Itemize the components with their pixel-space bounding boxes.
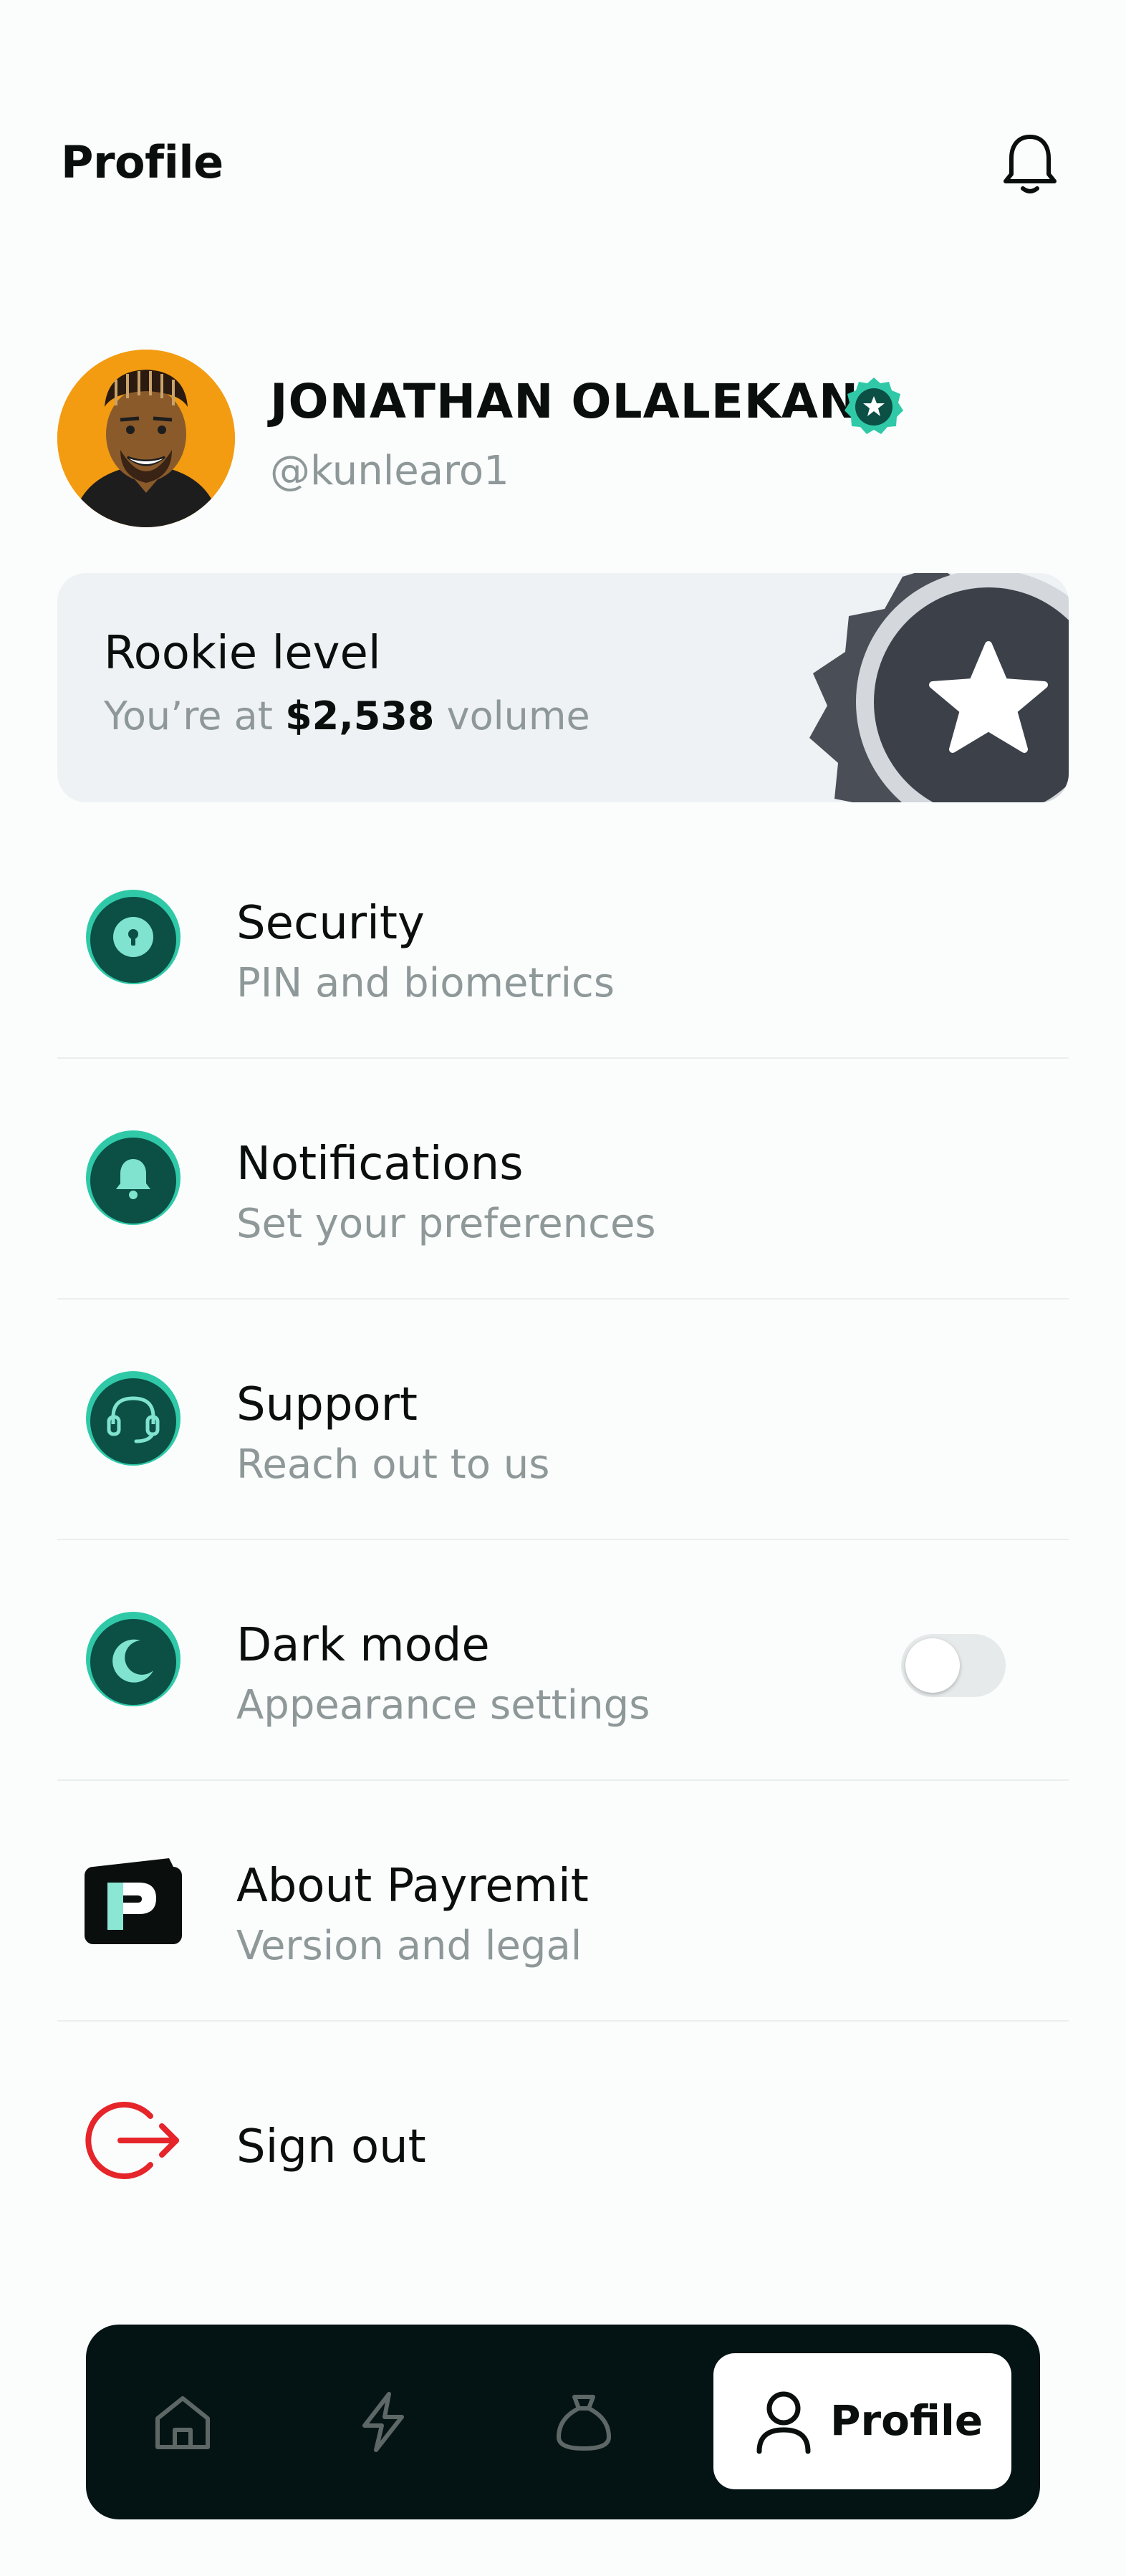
menu-item-notifications[interactable]: Notifications Set your preferences: [57, 1057, 1069, 1299]
toggle-knob: [905, 1638, 960, 1693]
user-icon: [756, 2391, 811, 2454]
nav-money-bag[interactable]: [548, 2386, 620, 2458]
menu-label-sign-out: Sign out: [236, 2120, 426, 2173]
level-card[interactable]: Rookie level You’re at $2,538 volume: [57, 573, 1069, 802]
bell-icon: [86, 1130, 181, 1225]
menu-item-security[interactable]: Security PIN and biometrics: [57, 817, 1069, 1059]
menu-label-dark-mode: Dark mode: [236, 1619, 490, 1672]
menu-sub-notifications: Set your preferences: [236, 1201, 656, 1247]
bottom-nav: Profile: [86, 2325, 1040, 2519]
level-volume-amount: $2,538: [285, 693, 435, 739]
level-volume-suffix: volume: [434, 693, 590, 739]
payremit-logo-icon: [85, 1858, 182, 1944]
sign-out-icon: [85, 2102, 179, 2179]
user-handle: @kunlearo1: [270, 448, 509, 494]
lightning-icon: [362, 2392, 404, 2452]
menu-sub-security: PIN and biometrics: [236, 960, 615, 1006]
moon-icon: [86, 1612, 181, 1706]
menu-sub-about: Version and legal: [236, 1923, 582, 1969]
menu-item-support[interactable]: Support Reach out to us: [57, 1298, 1069, 1540]
level-volume-prefix: You’re at: [104, 693, 286, 739]
notifications-button[interactable]: [994, 128, 1066, 199]
avatar[interactable]: [57, 350, 235, 527]
nav-lightning[interactable]: [347, 2386, 419, 2458]
menu-item-about[interactable]: About Payremit Version and legal: [57, 1779, 1069, 2022]
menu-item-dark-mode: Dark mode Appearance settings: [57, 1539, 1069, 1781]
star-medal-icon: [809, 573, 1069, 802]
avatar-image: [57, 350, 235, 527]
verified-badge-icon: [844, 378, 903, 434]
profile-screen: Profile JONATHAN OLALEKAN @kunlearo1 Roo…: [0, 0, 1126, 2576]
home-icon: [155, 2396, 210, 2449]
dark-mode-toggle[interactable]: [901, 1634, 1006, 1697]
nav-home[interactable]: [147, 2386, 218, 2458]
lock-icon: [86, 890, 181, 984]
nav-profile-label: Profile: [830, 2396, 983, 2445]
money-bag-icon: [557, 2395, 611, 2451]
menu-item-sign-out[interactable]: Sign out: [57, 2020, 1069, 2261]
menu-sub-dark-mode: Appearance settings: [236, 1682, 650, 1729]
level-title: Rookie level: [104, 627, 381, 680]
headset-icon: [86, 1371, 181, 1466]
menu-label-notifications: Notifications: [236, 1138, 524, 1191]
bell-icon: [1004, 135, 1057, 193]
nav-profile-active[interactable]: Profile: [713, 2353, 1011, 2489]
menu-label-security: Security: [236, 897, 425, 950]
menu-sub-support: Reach out to us: [236, 1441, 550, 1488]
level-volume-text: You’re at $2,538 volume: [104, 693, 590, 739]
user-name: JONATHAN OLALEKAN: [270, 374, 860, 429]
page-title: Profile: [61, 136, 223, 188]
menu-label-support: Support: [236, 1378, 418, 1431]
menu-label-about: About Payremit: [236, 1860, 589, 1913]
